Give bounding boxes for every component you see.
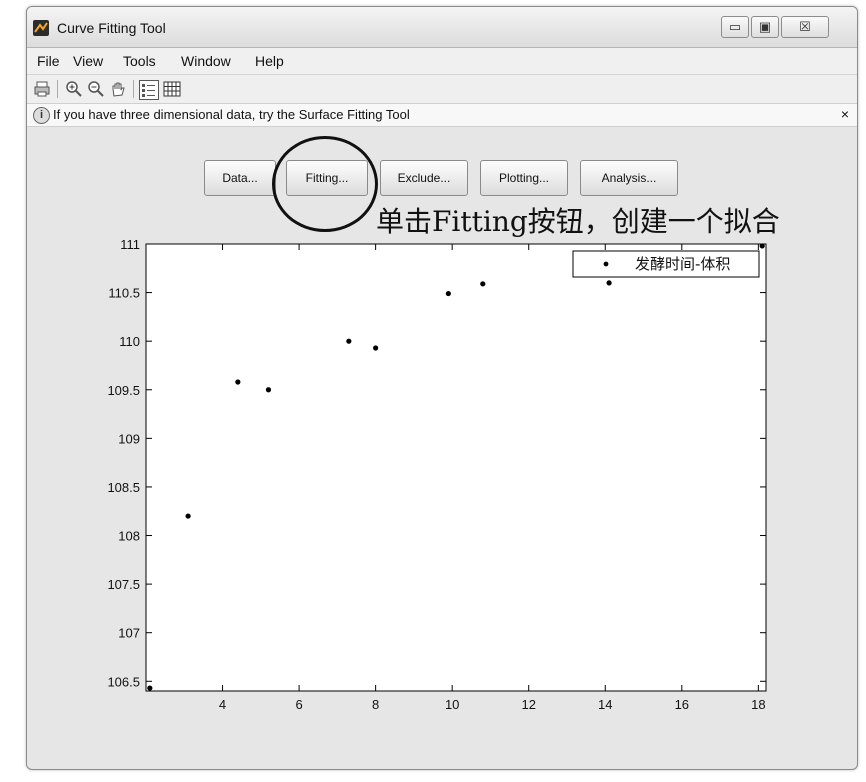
data-point bbox=[147, 685, 153, 691]
legend-label: 发酵时间-体积 bbox=[635, 255, 730, 273]
y-tick-label: 110 bbox=[119, 334, 140, 349]
x-tick-label: 8 bbox=[372, 697, 379, 712]
y-tick-label: 109.5 bbox=[107, 383, 140, 398]
plot-area bbox=[145, 243, 767, 692]
y-tick-label: 107.5 bbox=[107, 577, 140, 592]
x-tick-label: 16 bbox=[675, 697, 689, 712]
x-tick-label: 10 bbox=[445, 697, 459, 712]
x-tick-label: 14 bbox=[598, 697, 612, 712]
y-tick-label: 110.5 bbox=[108, 286, 140, 301]
data-point bbox=[445, 290, 451, 297]
scatter-chart: 4 6 8 10 12 14 16 18 106.5 107 107.5 108 108.5 109 109… bbox=[107, 237, 767, 712]
data-point bbox=[606, 280, 612, 286]
y-tick-label: 111 bbox=[120, 237, 140, 252]
data-point bbox=[373, 345, 379, 351]
data-point bbox=[480, 281, 486, 287]
data-point bbox=[759, 243, 765, 249]
y-tick-label: 109 bbox=[118, 431, 140, 446]
y-tick-label: 108.5 bbox=[107, 480, 140, 495]
x-tick-label: 18 bbox=[751, 697, 765, 712]
legend-marker bbox=[603, 261, 609, 267]
y-tick-label: 107 bbox=[118, 626, 140, 641]
x-tick-label: 4 bbox=[219, 697, 226, 712]
data-point bbox=[235, 379, 241, 385]
data-point bbox=[185, 513, 191, 519]
y-tick-label: 108 bbox=[118, 529, 140, 544]
data-point bbox=[265, 387, 272, 393]
x-tick-label: 6 bbox=[295, 697, 302, 712]
y-tick-label: 106.5 bbox=[107, 674, 140, 689]
data-point bbox=[346, 338, 352, 344]
x-tick-label: 12 bbox=[521, 697, 535, 712]
